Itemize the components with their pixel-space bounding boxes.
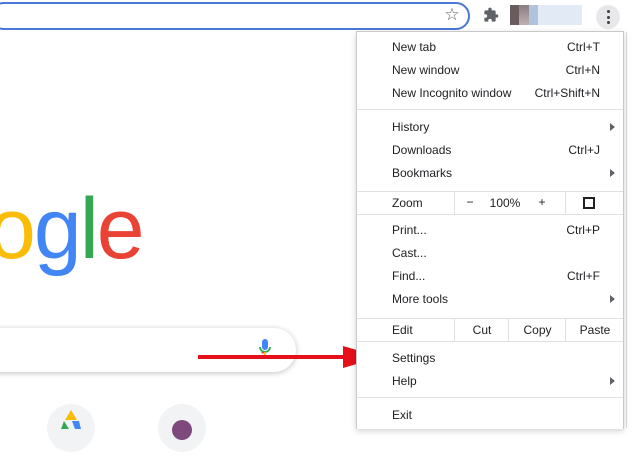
shortcut-tile-drive[interactable] bbox=[47, 404, 95, 452]
menu-item-label: History bbox=[392, 120, 430, 134]
menu-item-new-incognito-window[interactable]: New Incognito window Ctrl+Shift+N bbox=[357, 82, 623, 105]
menu-item-help[interactable]: Help bbox=[357, 370, 623, 393]
menu-item-shortcut: Ctrl+J bbox=[568, 143, 600, 157]
chevron-right-icon bbox=[610, 123, 615, 131]
menu-item-history[interactable]: History bbox=[357, 116, 623, 139]
edit-row: Edit Cut Copy Paste bbox=[357, 318, 623, 342]
page-edge bbox=[626, 32, 633, 428]
menu-item-cast[interactable]: Cast... bbox=[357, 242, 623, 265]
menu-item-label: Cast... bbox=[392, 246, 427, 260]
logo-letter: o bbox=[0, 181, 36, 277]
logo-letter: e bbox=[96, 181, 145, 277]
edit-label: Edit bbox=[392, 323, 413, 337]
menu-item-shortcut: Ctrl+F bbox=[567, 269, 600, 283]
chrome-main-menu: New tab Ctrl+T New window Ctrl+N New Inc… bbox=[356, 31, 624, 429]
shortcut-tile[interactable] bbox=[158, 404, 206, 452]
menu-item-shortcut: Ctrl+N bbox=[565, 63, 600, 77]
menu-item-label: Bookmarks bbox=[392, 166, 453, 180]
menu-item-shortcut: Ctrl+P bbox=[566, 223, 600, 237]
menu-item-exit[interactable]: Exit bbox=[357, 404, 623, 427]
cut-button[interactable]: Cut bbox=[454, 319, 509, 341]
zoom-in-button[interactable]: + bbox=[532, 195, 552, 209]
zoom-level: 100% bbox=[489, 196, 521, 210]
shortcut-icon bbox=[172, 420, 192, 440]
menu-item-label: Help bbox=[392, 374, 417, 388]
menu-item-shortcut: Ctrl+T bbox=[567, 40, 600, 54]
menu-item-label: New tab bbox=[392, 40, 437, 54]
menu-item-label: Settings bbox=[392, 351, 436, 365]
annotation-arrow-line bbox=[198, 355, 346, 359]
menu-item-more-tools[interactable]: More tools bbox=[357, 288, 623, 311]
menu-item-shortcut: Ctrl+Shift+N bbox=[534, 86, 600, 100]
profile-avatar[interactable] bbox=[510, 5, 582, 25]
menu-item-label: Downloads bbox=[392, 143, 452, 157]
menu-item-new-tab[interactable]: New tab Ctrl+T bbox=[357, 36, 623, 59]
menu-item-label: More tools bbox=[392, 292, 449, 306]
star-icon[interactable]: ☆ bbox=[442, 5, 462, 25]
logo-letter: l bbox=[79, 181, 99, 277]
menu-item-label: New window bbox=[392, 63, 460, 77]
chevron-right-icon bbox=[610, 295, 615, 303]
menu-item-downloads[interactable]: Downloads Ctrl+J bbox=[357, 139, 623, 162]
menu-separator bbox=[357, 109, 623, 110]
search-input[interactable] bbox=[0, 328, 296, 372]
zoom-divider bbox=[565, 192, 566, 214]
browser-toolbar: ☆ bbox=[0, 0, 633, 33]
address-bar[interactable] bbox=[0, 2, 470, 30]
chevron-right-icon bbox=[610, 169, 615, 177]
fullscreen-icon[interactable] bbox=[583, 197, 595, 209]
logo-letter: g bbox=[33, 181, 82, 277]
zoom-divider bbox=[454, 192, 455, 214]
copy-button[interactable]: Copy bbox=[508, 319, 566, 341]
menu-item-find[interactable]: Find... Ctrl+F bbox=[357, 265, 623, 288]
three-dots-vertical-icon[interactable] bbox=[596, 5, 620, 29]
menu-item-label: New Incognito window bbox=[392, 86, 512, 100]
zoom-out-button[interactable]: − bbox=[460, 195, 480, 209]
menu-separator bbox=[357, 397, 623, 398]
paste-button[interactable]: Paste bbox=[565, 319, 624, 341]
menu-item-bookmarks[interactable]: Bookmarks bbox=[357, 162, 623, 185]
puzzle-icon[interactable] bbox=[481, 5, 501, 25]
menu-item-label: Find... bbox=[392, 269, 426, 283]
chevron-right-icon bbox=[610, 377, 615, 385]
zoom-label: Zoom bbox=[392, 196, 423, 210]
menu-item-label: Exit bbox=[392, 408, 413, 422]
menu-item-label: Print... bbox=[392, 223, 427, 237]
menu-item-new-window[interactable]: New window Ctrl+N bbox=[357, 59, 623, 82]
google-logo: ogle bbox=[0, 181, 145, 277]
zoom-row: Zoom − 100% + bbox=[357, 191, 623, 215]
menu-item-settings[interactable]: Settings bbox=[357, 347, 623, 370]
menu-item-print[interactable]: Print... Ctrl+P bbox=[357, 219, 623, 242]
